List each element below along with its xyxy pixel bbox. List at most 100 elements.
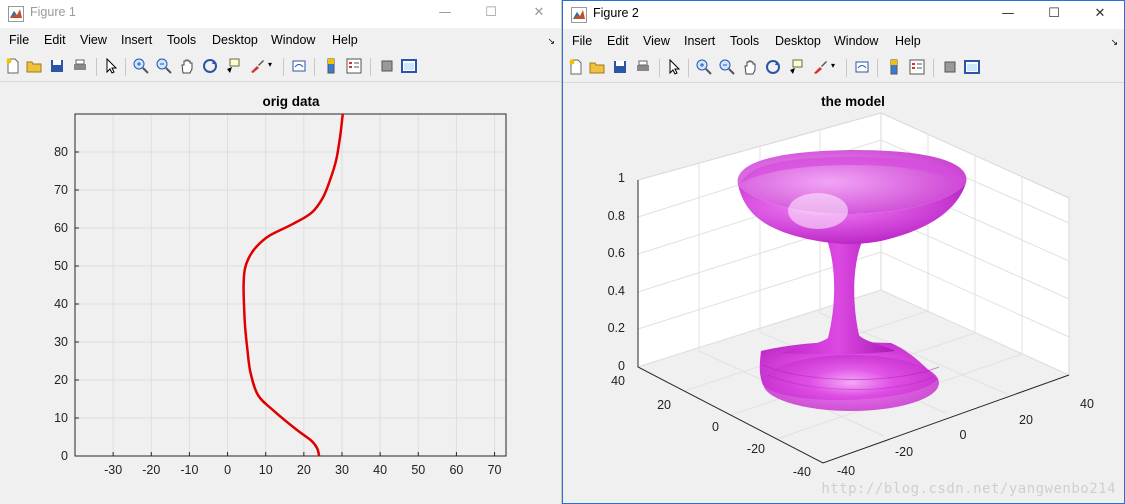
brush-icon[interactable] (248, 57, 266, 75)
x-tick-label: -30 (104, 463, 122, 477)
z-tick: 0 (618, 359, 625, 373)
rotate-3d-icon[interactable] (764, 58, 782, 76)
x-tick: 40 (1080, 397, 1094, 411)
menu-help[interactable]: Help (332, 33, 358, 47)
menu-help[interactable]: Help (895, 34, 921, 48)
menu-file[interactable]: File (9, 33, 29, 47)
pan-hand-icon[interactable] (178, 57, 196, 75)
menu-dock-arrow-icon[interactable]: ↘ (1110, 37, 1118, 48)
print-icon[interactable] (71, 57, 89, 75)
menu-tools[interactable]: Tools (167, 33, 196, 47)
zoom-out-icon[interactable] (718, 58, 736, 76)
menu-edit[interactable]: Edit (607, 34, 629, 48)
maximize-button[interactable]: ☐ (1031, 1, 1077, 29)
colorbar-icon[interactable] (885, 58, 903, 76)
link-plot-icon[interactable] (853, 58, 871, 76)
show-plot-tools-icon[interactable] (963, 58, 981, 76)
open-file-icon[interactable] (588, 58, 606, 76)
data-series (242, 113, 344, 457)
zoom-in-icon[interactable] (695, 58, 713, 76)
minimize-button[interactable]: — (985, 1, 1031, 29)
legend-icon[interactable] (908, 58, 926, 76)
open-file-icon[interactable] (25, 57, 43, 75)
hide-plot-tools-icon[interactable] (941, 58, 959, 76)
axes-box (74, 113, 507, 457)
x-tick: -20 (895, 445, 913, 459)
y-tick-label: 50 (54, 259, 68, 273)
z-tick: 0.8 (608, 209, 625, 223)
menu-window[interactable]: Window (271, 33, 315, 47)
save-icon[interactable] (48, 57, 66, 75)
brush-dropdown-icon[interactable]: ▾ (268, 60, 272, 69)
new-figure-icon[interactable] (567, 58, 585, 76)
x-tick: 0 (960, 428, 967, 442)
orig-data-line (242, 113, 344, 457)
figure-2-window: Figure 2 — ☐ ✕ File Edit View Insert Too… (562, 0, 1125, 504)
data-cursor-icon[interactable] (787, 58, 805, 76)
y-tick-label: 40 (54, 297, 68, 311)
maximize-button[interactable]: ☐ (468, 0, 514, 28)
x-tick-label: 0 (224, 463, 231, 477)
menu-view[interactable]: View (643, 34, 670, 48)
rotate-3d-icon[interactable] (201, 57, 219, 75)
close-button[interactable]: ✕ (516, 0, 561, 28)
matlab-icon (571, 7, 587, 23)
figure-1-titlebar[interactable]: Figure 1 — ☐ ✕ (0, 0, 561, 28)
y-tick: 0 (712, 420, 719, 434)
axes-title: orig data (262, 94, 319, 109)
link-plot-icon[interactable] (290, 57, 308, 75)
menu-insert[interactable]: Insert (121, 33, 152, 47)
figure-2-titlebar[interactable]: Figure 2 — ☐ ✕ (563, 1, 1124, 29)
x-tick-label: 40 (373, 463, 387, 477)
print-icon[interactable] (634, 58, 652, 76)
menu-desktop[interactable]: Desktop (212, 33, 258, 47)
window-title: Figure 2 (593, 6, 639, 20)
zoom-out-icon[interactable] (155, 57, 173, 75)
grid-lines (75, 114, 506, 457)
figure-1-window: Figure 1 — ☐ ✕ File Edit View Insert Too… (0, 0, 562, 504)
menu-file[interactable]: File (572, 34, 592, 48)
hide-plot-tools-icon[interactable] (378, 57, 396, 75)
menubar: File Edit View Insert Tools Desktop Wind… (0, 30, 561, 52)
new-figure-icon[interactable] (4, 57, 22, 75)
menu-insert[interactable]: Insert (684, 34, 715, 48)
menu-desktop[interactable]: Desktop (775, 34, 821, 48)
z-tick: 0.4 (608, 284, 625, 298)
menu-tools[interactable]: Tools (730, 34, 759, 48)
model-3d-axes[interactable]: the model 0 0.2 0.4 0.6 0.8 1 40 20 0 -2… (563, 83, 1124, 503)
x-tick-label: 20 (297, 463, 311, 477)
y-tick-label: 60 (54, 221, 68, 235)
save-icon[interactable] (611, 58, 629, 76)
y-tick: 20 (657, 398, 671, 412)
pointer-icon[interactable] (102, 57, 120, 75)
x-tick-label: 30 (335, 463, 349, 477)
colorbar-icon[interactable] (322, 57, 340, 75)
z-tick: 0.6 (608, 246, 625, 260)
menu-window[interactable]: Window (834, 34, 878, 48)
show-plot-tools-icon[interactable] (400, 57, 418, 75)
window-title: Figure 1 (30, 5, 76, 19)
y-tick-label: 30 (54, 335, 68, 349)
brush-dropdown-icon[interactable]: ▾ (831, 61, 835, 70)
zoom-in-icon[interactable] (132, 57, 150, 75)
orig-data-axes[interactable]: orig data -30 -20 -10 0 10 20 30 40 50 60 70 0 10 20 3… (0, 82, 561, 504)
y-tick-label: 10 (54, 411, 68, 425)
brush-icon[interactable] (811, 58, 829, 76)
close-button[interactable]: ✕ (1077, 1, 1123, 29)
watermark: http://blog.csdn.net/yangwenbo214 (821, 481, 1116, 497)
x-tick-label: 50 (411, 463, 425, 477)
data-cursor-icon[interactable] (224, 57, 242, 75)
y-tick: -40 (793, 465, 811, 479)
y-tick-label: 20 (54, 373, 68, 387)
menu-dock-arrow-icon[interactable]: ↘ (547, 36, 555, 47)
menu-view[interactable]: View (80, 33, 107, 47)
pan-hand-icon[interactable] (741, 58, 759, 76)
toolbar: ▾ (563, 54, 1124, 83)
legend-icon[interactable] (345, 57, 363, 75)
pointer-icon[interactable] (665, 58, 683, 76)
menu-edit[interactable]: Edit (44, 33, 66, 47)
x-tick: -40 (837, 464, 855, 478)
minimize-button[interactable]: — (422, 0, 468, 28)
matlab-icon (8, 6, 24, 22)
x-tick-label: 70 (488, 463, 502, 477)
